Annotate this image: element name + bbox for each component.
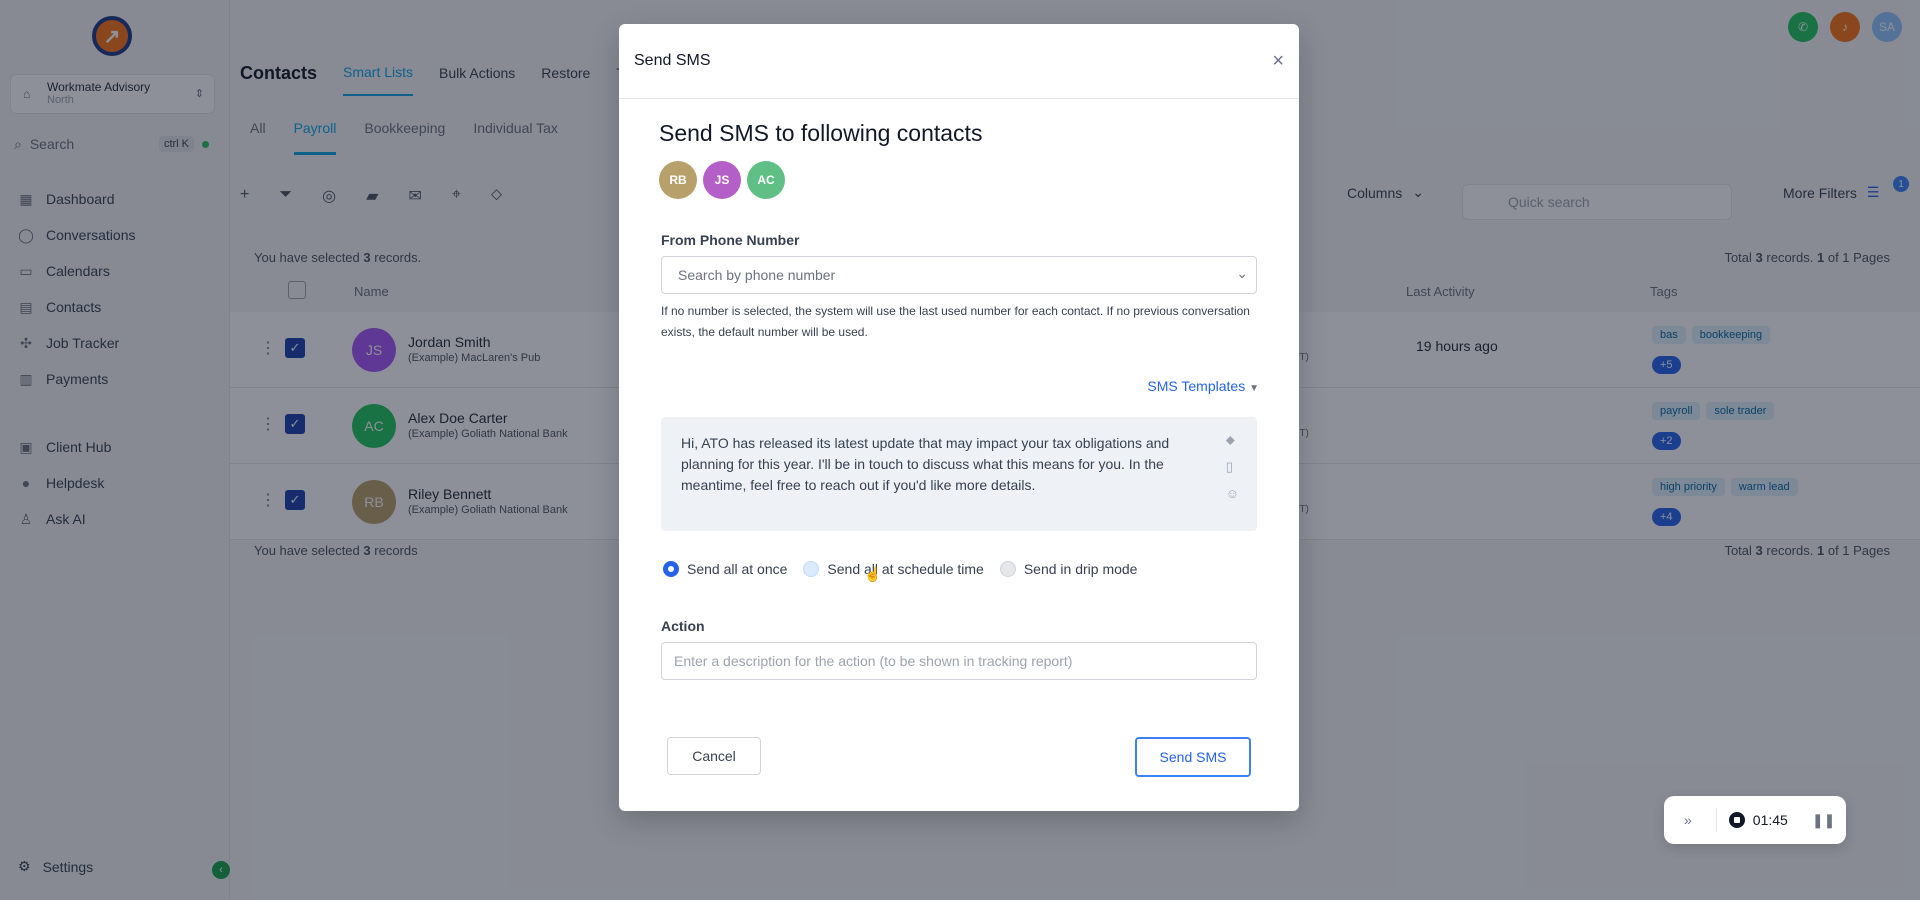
radio-label: Send all at once (687, 561, 788, 577)
pause-icon[interactable]: ❚❚ (1812, 812, 1835, 829)
emoji-icon[interactable]: ☺ (1226, 483, 1239, 504)
caret-down-icon: ▼ (1249, 383, 1259, 394)
message-text: Hi, ATO has released its latest update t… (681, 435, 1170, 493)
record-icon (1728, 812, 1745, 828)
divider (1715, 808, 1717, 832)
radio-send-at-schedule-time[interactable]: Send all at schedule time (803, 561, 984, 577)
tag-icon[interactable]: ⬥ (1226, 429, 1239, 450)
action-label: Action (661, 618, 705, 634)
sms-templates-label: SMS Templates (1147, 378, 1246, 394)
radio-send-in-drip-mode[interactable]: Send in drip mode (999, 561, 1138, 577)
mouse-cursor-icon: ☝ (864, 566, 882, 582)
send-sms-button[interactable]: Send SMS (1135, 737, 1251, 777)
radio-circle (803, 561, 820, 577)
expand-icon[interactable]: » (1684, 812, 1692, 828)
sms-templates-dropdown[interactable]: SMS Templates ▼ (1147, 378, 1259, 394)
cancel-button[interactable]: Cancel (667, 737, 761, 775)
recipient-chip: JS (703, 161, 741, 199)
message-tools: ⬥ ▯ ☺ (1226, 429, 1239, 504)
recording-time: 01:45 (1752, 812, 1788, 828)
modal-header-title: Send SMS (634, 52, 711, 69)
chevron-down-icon: ⌄ (1236, 265, 1248, 281)
action-description-input[interactable]: Enter a description for the action (to b… (661, 642, 1257, 680)
from-phone-placeholder: Search by phone number (678, 267, 836, 283)
radio-label: Send in drip mode (1023, 561, 1138, 577)
modal-header: Send SMS × (619, 24, 1299, 99)
radio-label: Send all at schedule time (827, 561, 984, 577)
from-phone-label: From Phone Number (661, 232, 800, 248)
recipient-chip: AC (747, 161, 785, 199)
phone-hint-text: If no number is selected, the system wil… (661, 304, 1250, 339)
from-phone-select[interactable]: Search by phone number ⌄ (661, 256, 1257, 294)
attachment-icon[interactable]: ▯ (1226, 456, 1239, 477)
message-textarea[interactable]: Hi, ATO has released its latest update t… (661, 417, 1257, 531)
modal-title: Send SMS to following contacts (659, 120, 983, 146)
close-icon[interactable]: × (1272, 50, 1284, 73)
screen-recorder-widget: » 01:45 ❚❚ (1664, 796, 1846, 844)
send-sms-modal: Send SMS × Send SMS to following contact… (619, 24, 1299, 811)
radio-circle (999, 561, 1016, 577)
radio-circle (663, 561, 679, 577)
recipient-chip: RB (659, 161, 697, 199)
radio-send-all-at-once[interactable]: Send all at once (663, 561, 787, 577)
send-mode-group: Send all at once Send all at schedule ti… (663, 561, 1137, 577)
